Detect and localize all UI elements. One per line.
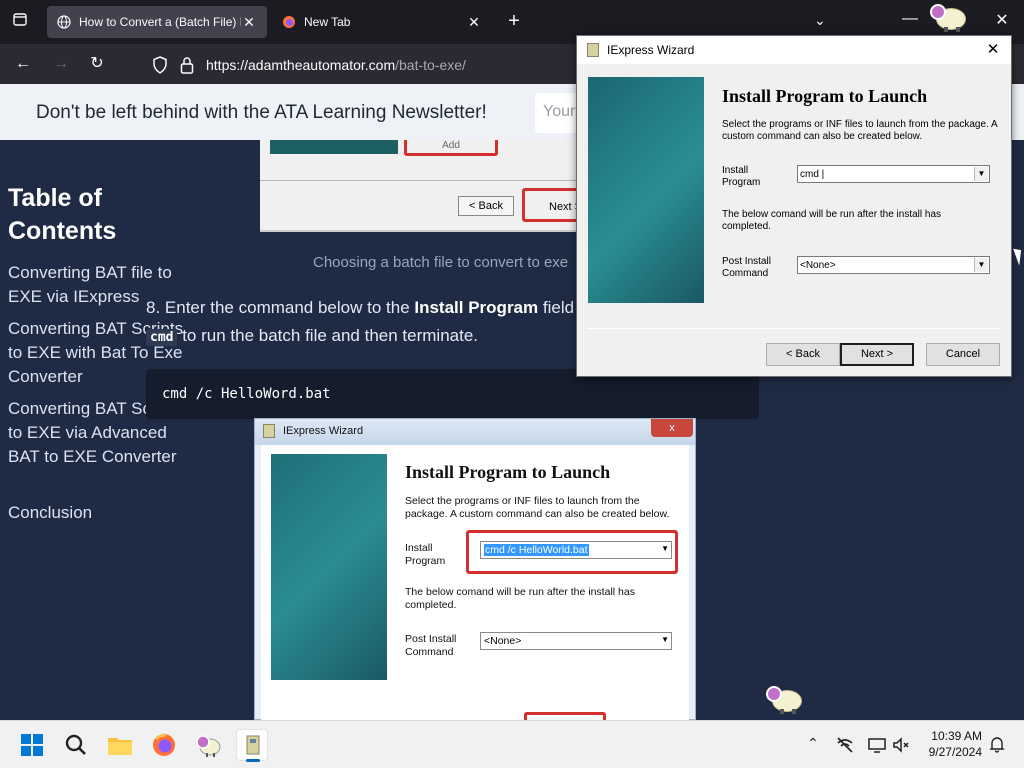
dialog-below-text: The below comand will be run after the i… bbox=[722, 209, 942, 232]
image-caption: Choosing a batch file to convert to exe bbox=[313, 254, 569, 271]
embedded-description: Select the programs or INF files to laun… bbox=[405, 495, 670, 520]
new-tab-button[interactable]: + bbox=[502, 10, 526, 34]
dialog-title: IExpress Wizard bbox=[607, 43, 695, 57]
clock-time: 10:39 AM bbox=[931, 729, 982, 743]
tab-new-tab[interactable]: New Tab ✕ bbox=[272, 6, 492, 38]
sheep-app-icon[interactable] bbox=[192, 729, 224, 761]
step-instruction: 8. Enter the command below to the Instal… bbox=[146, 298, 575, 346]
tab-bat-to-exe[interactable]: How to Convert a (Batch File) BAT to EXE… bbox=[47, 6, 267, 38]
wizard-art-panel bbox=[588, 77, 704, 303]
network-icon[interactable] bbox=[834, 735, 856, 758]
toc-title: Table of Contents bbox=[8, 184, 117, 245]
sheep-mascot-icon bbox=[930, 0, 968, 32]
close-icon[interactable]: ✕ bbox=[983, 40, 1003, 60]
install-program-value[interactable]: cmd | bbox=[800, 169, 824, 180]
iexpress-icon bbox=[263, 424, 275, 438]
tab-title: New Tab bbox=[304, 15, 351, 29]
sheep-mascot-icon bbox=[766, 682, 804, 714]
window-close-button[interactable]: ✕ bbox=[992, 10, 1012, 30]
tab-list-icon bbox=[13, 13, 27, 26]
embedded-title: IExpress Wizard bbox=[283, 425, 364, 437]
next-button-highlight bbox=[524, 712, 606, 720]
dropdown-arrow-icon[interactable]: ▼ bbox=[974, 258, 988, 272]
active-indicator bbox=[246, 759, 260, 762]
back-arrow-icon[interactable]: ← bbox=[12, 54, 34, 76]
add-button-highlight: Add bbox=[404, 140, 498, 156]
embedded-install-value: cmd /c HelloWorld.bat bbox=[484, 544, 589, 556]
dialog-heading: Install Program to Launch bbox=[722, 86, 928, 106]
screenshot-back-button: < Back bbox=[458, 196, 514, 216]
embedded-wizard-art bbox=[271, 454, 387, 680]
dialog-divider bbox=[587, 328, 1001, 329]
dialog-description: Select the programs or INF files to laun… bbox=[722, 119, 998, 142]
embedded-heading: Install Program to Launch bbox=[405, 462, 611, 482]
windows-start-icon[interactable] bbox=[16, 729, 48, 761]
reload-icon[interactable]: ↻ bbox=[86, 54, 108, 76]
embedded-post-combo: <None> ▼ bbox=[480, 632, 672, 650]
embedded-post-value: <None> bbox=[484, 635, 522, 647]
firefox-icon bbox=[283, 16, 295, 28]
close-tab-icon[interactable]: ✕ bbox=[241, 14, 257, 31]
iexpress-taskbar-icon[interactable] bbox=[236, 729, 268, 762]
embedded-install-label: Install Program bbox=[405, 542, 446, 567]
post-install-label: Post Install Command bbox=[722, 256, 771, 279]
file-explorer-icon[interactable] bbox=[104, 729, 136, 761]
install-program-label: Install Program bbox=[722, 165, 761, 188]
post-install-value[interactable]: <None> bbox=[800, 260, 836, 271]
embedded-install-combo: cmd /c HelloWorld.bat ▼ bbox=[480, 541, 672, 559]
lock-icon[interactable] bbox=[180, 56, 194, 74]
display-icon[interactable] bbox=[866, 735, 888, 758]
globe-icon bbox=[57, 15, 71, 29]
tab-title: How to Convert a (Batch File) BAT to EXE bbox=[79, 15, 241, 29]
article-screenshot-top: Add < Back Next > bbox=[260, 140, 592, 232]
divider bbox=[260, 180, 590, 181]
clock-date: 9/27/2024 bbox=[928, 745, 982, 759]
volume-muted-icon[interactable] bbox=[890, 735, 912, 758]
dialog-titlebar: IExpress Wizard ✕ bbox=[577, 36, 1011, 64]
address-bar[interactable]: https://adamtheautomator.com/bat-to-exe/ bbox=[146, 50, 586, 80]
embedded-post-label: Post Install Command bbox=[405, 633, 457, 658]
dropdown-arrow-icon: ▼ bbox=[661, 635, 669, 644]
tab-list-button[interactable] bbox=[8, 10, 32, 34]
embedded-titlebar: IExpress Wizard x bbox=[255, 419, 695, 445]
search-icon[interactable] bbox=[60, 729, 92, 761]
embedded-below-text: The below comand will be run after the i… bbox=[405, 586, 635, 611]
shield-icon[interactable] bbox=[152, 56, 168, 74]
cancel-button[interactable]: Cancel bbox=[926, 343, 1000, 366]
next-button[interactable]: Next > bbox=[840, 343, 914, 366]
chevron-down-icon[interactable]: ⌄ bbox=[814, 12, 826, 29]
newsletter-text: Don't be left behind with the ATA Learni… bbox=[36, 102, 487, 123]
url-text: https://adamtheautomator.com/bat-to-exe/ bbox=[206, 57, 466, 73]
dropdown-arrow-icon[interactable]: ▼ bbox=[974, 167, 988, 181]
chevron-up-icon[interactable]: ⌃ bbox=[802, 735, 824, 752]
iexpress-wizard-dialog: IExpress Wizard ✕ Install Program to Lau… bbox=[576, 35, 1012, 377]
notification-bell-icon[interactable] bbox=[986, 735, 1008, 756]
system-clock[interactable]: 10:39 AM 9/27/2024 bbox=[918, 728, 982, 760]
close-tab-icon[interactable]: ✕ bbox=[466, 14, 482, 31]
inline-code: cmd bbox=[146, 329, 178, 346]
back-button[interactable]: < Back bbox=[766, 343, 840, 366]
iexpress-icon bbox=[587, 43, 599, 57]
post-install-combo[interactable]: <None> ▼ bbox=[797, 256, 990, 274]
close-icon: x bbox=[651, 419, 693, 437]
wizard-art-strip bbox=[270, 140, 398, 154]
dropdown-arrow-icon: ▼ bbox=[661, 544, 669, 553]
firefox-icon[interactable] bbox=[148, 729, 180, 761]
forward-arrow-icon[interactable]: → bbox=[50, 54, 72, 76]
taskbar: ⌃ 10:39 AM 9/27/2024 bbox=[0, 720, 1024, 768]
toc-item[interactable]: Conclusion bbox=[8, 501, 188, 525]
install-program-combo[interactable]: cmd | ▼ bbox=[797, 165, 990, 183]
minimize-button[interactable]: — bbox=[900, 10, 920, 28]
